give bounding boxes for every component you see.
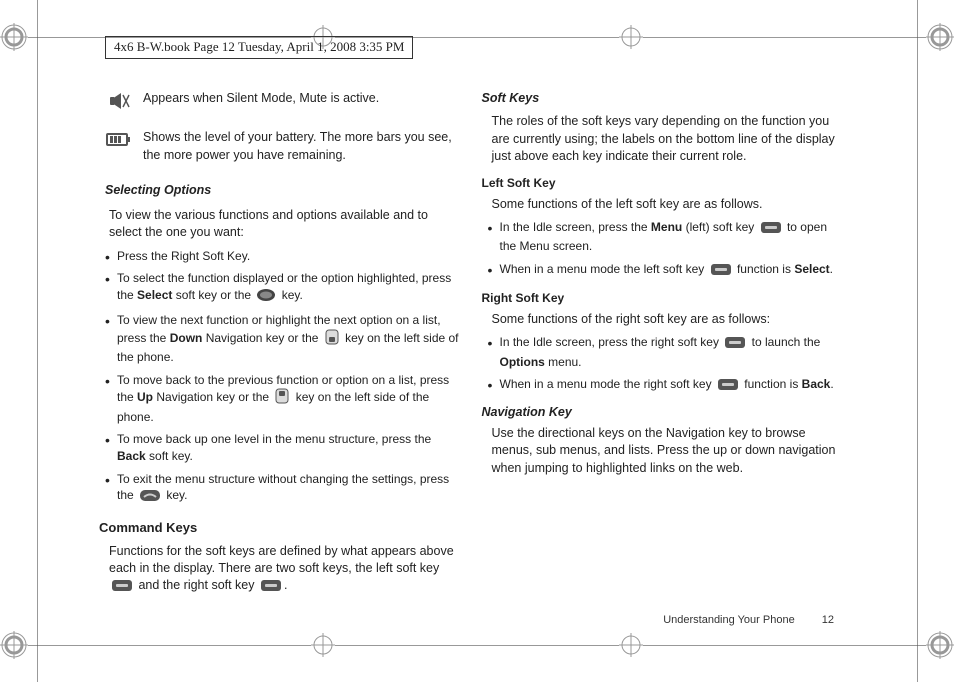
navigation-key-paragraph: Use the directional keys on the Navigati… [492, 425, 845, 477]
page-body: Appears when Silent Mode, Mute is active… [105, 90, 844, 612]
battery-icon [105, 129, 133, 154]
end-key-icon [139, 489, 161, 507]
list-item: To view the next function or highlight t… [105, 312, 462, 366]
column-left: Appears when Silent Mode, Mute is active… [105, 90, 462, 612]
list-item: To move back to the previous function or… [105, 372, 462, 426]
left-soft-key-icon [760, 221, 782, 239]
footer-page-number: 12 [822, 614, 834, 626]
selecting-intro: To view the various functions and option… [109, 207, 462, 242]
list-item: Press the Right Soft Key. [105, 248, 462, 265]
left-soft-key-icon [111, 579, 133, 597]
soft-keys-paragraph: The roles of the soft keys vary dependin… [492, 113, 845, 165]
list-item: To select the function displayed or the … [105, 270, 462, 306]
crop-marks-right [902, 0, 932, 682]
left-soft-key-icon [710, 263, 732, 281]
left-soft-key-bullets: In the Idle screen, press the Menu (left… [488, 219, 845, 281]
column-right: Soft Keys The roles of the soft keys var… [488, 90, 845, 612]
list-item: In the Idle screen, press the right soft… [488, 334, 845, 370]
right-soft-key-bullets: In the Idle screen, press the right soft… [488, 334, 845, 396]
list-item: In the Idle screen, press the Menu (left… [488, 219, 845, 255]
heading-navigation-key: Navigation Key [482, 404, 845, 421]
heading-command-keys: Command Keys [99, 519, 462, 537]
mute-icon [105, 90, 133, 115]
right-soft-key-icon [260, 579, 282, 597]
heading-left-soft-key: Left Soft Key [482, 175, 845, 192]
battery-description: Shows the level of your battery. The mor… [143, 129, 462, 164]
list-item: When in a menu mode the right soft key f… [488, 376, 845, 396]
list-item: To move back up one level in the menu st… [105, 431, 462, 464]
left-soft-key-intro: Some functions of the left soft key are … [492, 196, 845, 213]
right-soft-key-icon [717, 378, 739, 396]
crop-marks-bottom [0, 630, 954, 660]
footer-section: Understanding Your Phone [663, 614, 795, 626]
crop-marks-left [22, 0, 52, 682]
selecting-bullets: Press the Right Soft Key. To select the … [105, 248, 462, 507]
page-footer: Understanding Your Phone 12 [663, 614, 834, 626]
list-item: When in a menu mode the left soft key fu… [488, 261, 845, 281]
list-item: To exit the menu structure without chang… [105, 471, 462, 507]
heading-right-soft-key: Right Soft Key [482, 290, 845, 307]
heading-selecting-options: Selecting Options [105, 182, 462, 199]
page-header: 4x6 B-W.book Page 12 Tuesday, April 1, 2… [105, 36, 413, 59]
side-down-key-icon [324, 329, 340, 350]
ok-key-icon [256, 288, 276, 307]
right-soft-key-icon [724, 336, 746, 354]
heading-soft-keys: Soft Keys [482, 90, 845, 107]
side-up-key-icon [274, 388, 290, 409]
mute-description: Appears when Silent Mode, Mute is active… [143, 90, 379, 107]
right-soft-key-intro: Some functions of the right soft key are… [492, 311, 845, 328]
command-keys-paragraph: Functions for the soft keys are defined … [109, 543, 462, 598]
